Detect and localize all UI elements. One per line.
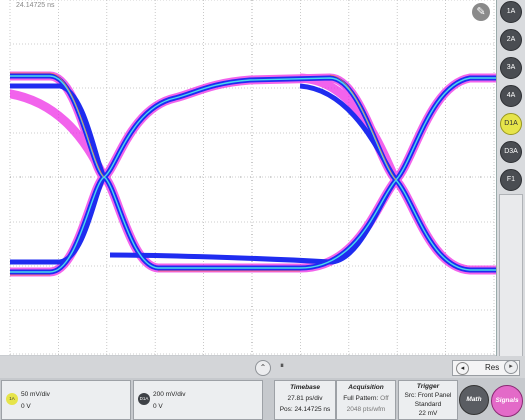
- scroll-right-icon[interactable]: ▸: [504, 360, 518, 374]
- timebase-scale: 27.81 ps/div: [287, 395, 323, 402]
- channel-d1a-chip: D1A: [138, 393, 150, 405]
- ch1-scale: 50 mV/div: [21, 391, 50, 398]
- channel-1a-button[interactable]: 1A: [500, 1, 522, 23]
- ch1-offset: 0 V: [21, 403, 31, 410]
- eye-traces: [10, 71, 496, 277]
- trigger-level: 22 mV: [418, 410, 438, 417]
- timebase-title: Timebase: [290, 384, 320, 391]
- acquisition-pattern: Full Pattern: Off: [343, 395, 389, 402]
- acquisition-points: 2048 pts/wfm: [346, 406, 386, 413]
- drag-handle-icon[interactable]: ⏸: [280, 361, 284, 371]
- timebase-position: Pos: 24.14725 ns: [279, 406, 331, 413]
- channel-d1a-panel[interactable]: D1A 200 mV/div 0 V: [133, 380, 263, 420]
- d1-offset: 0 V: [153, 403, 163, 410]
- sidebar-scrollbar[interactable]: [499, 194, 523, 362]
- acquisition-panel[interactable]: Acquisition Full Pattern: Off 2048 pts/w…: [336, 380, 396, 420]
- trigger-source: Src: Front Panel: [404, 392, 452, 399]
- eye-diagram-plot[interactable]: [0, 0, 496, 355]
- expand-up-icon[interactable]: ⌃: [255, 360, 271, 376]
- channel-4a-button[interactable]: 4A: [500, 85, 522, 107]
- trigger-panel[interactable]: Trigger Src: Front Panel Standard 22 mV: [398, 380, 458, 420]
- channel-2a-button[interactable]: 2A: [500, 29, 522, 51]
- graticule: [9, 0, 495, 355]
- trigger-title: Trigger: [416, 383, 440, 390]
- acquisition-title: Acquisition: [348, 384, 384, 391]
- timebase-panel[interactable]: Timebase 27.81 ps/div Pos: 24.14725 ns: [274, 380, 336, 420]
- chevron-left-icon[interactable]: ◂: [456, 362, 469, 375]
- channel-1a-chip: 1A: [6, 393, 18, 405]
- trigger-mode: Standard: [414, 401, 442, 408]
- channel-d1a-button[interactable]: D1A: [500, 113, 522, 135]
- math-label: Math: [466, 396, 482, 403]
- wrench-icon[interactable]: ✎: [472, 3, 490, 21]
- channel-1a-panel[interactable]: 1A 50 mV/div 0 V: [1, 380, 131, 420]
- oscilloscope-app: 24.14725 ns ✎ 1A 2A 3A 4A D1A D3A F1 ⌃ ⏸…: [0, 0, 525, 420]
- d1-scale: 200 mV/div: [153, 391, 186, 398]
- channel-d3a-button[interactable]: D3A: [500, 141, 522, 163]
- signals-label: Signals: [495, 397, 519, 404]
- channel-3a-button[interactable]: 3A: [500, 57, 522, 79]
- math-button[interactable]: Math: [459, 385, 489, 415]
- time-position-readout: 24.14725 ns: [16, 2, 55, 9]
- channel-f1-button[interactable]: F1: [500, 169, 522, 191]
- results-label: Res: [485, 363, 500, 372]
- signals-button[interactable]: Signals: [491, 385, 523, 417]
